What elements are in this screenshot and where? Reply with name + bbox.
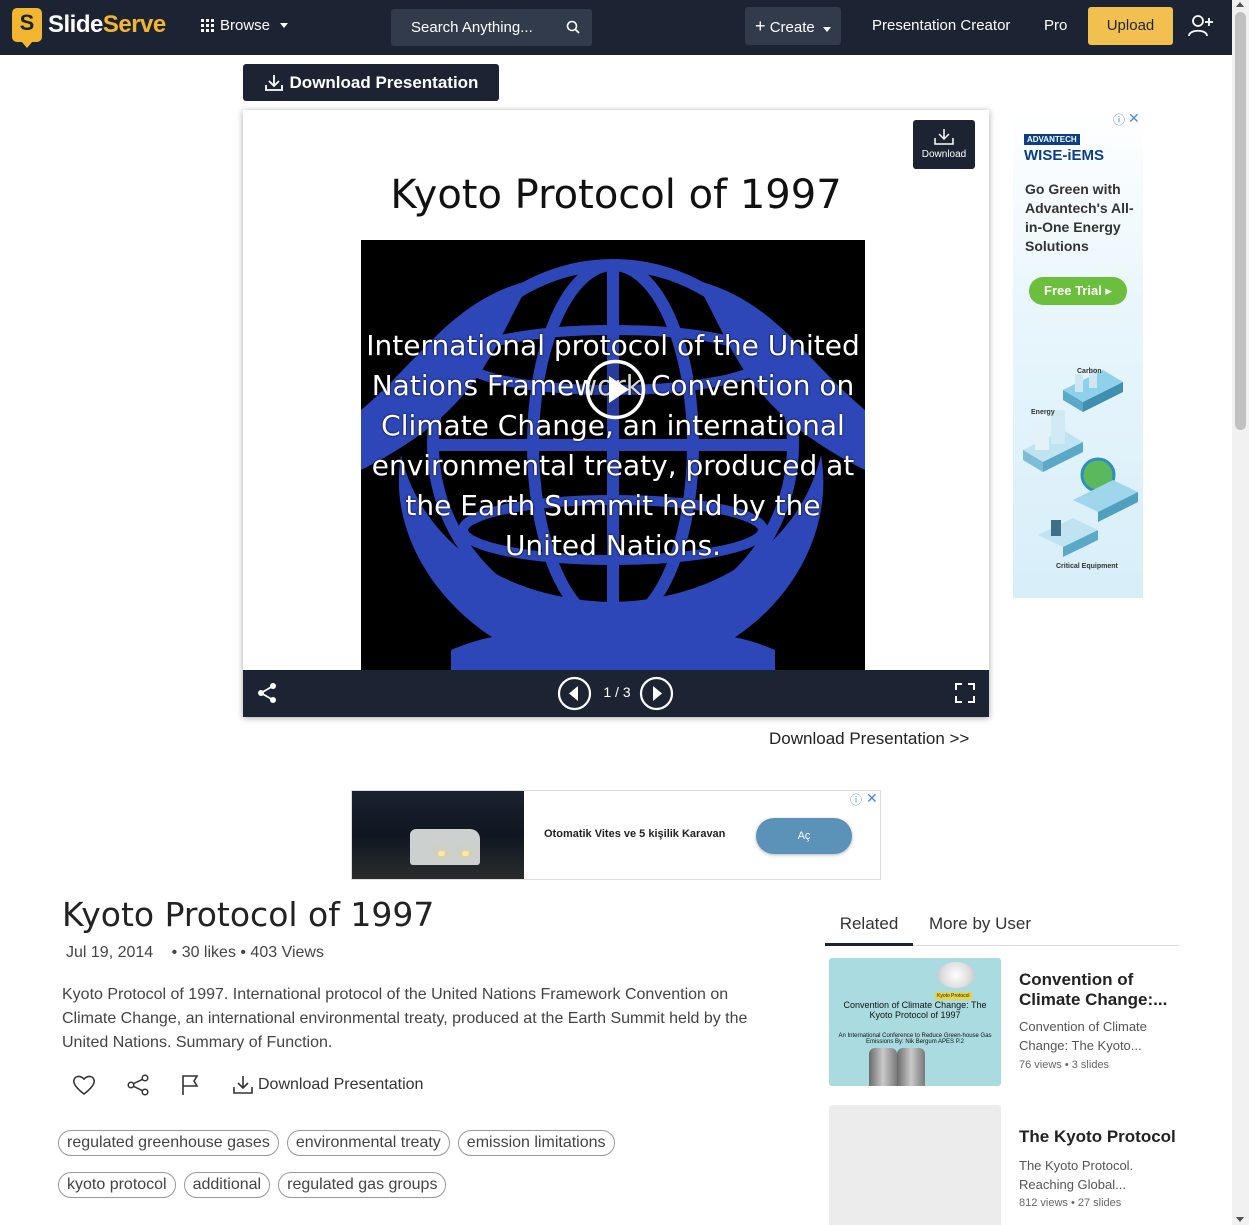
ad-close-icon[interactable]: ✕ <box>1128 110 1140 127</box>
presentation-description: Kyoto Protocol of 1997. International pr… <box>62 986 748 1051</box>
plus-icon: + <box>755 16 766 36</box>
logo-text: SlideServe <box>48 11 166 39</box>
add-user-icon[interactable] <box>1188 14 1214 38</box>
logo-mark: S <box>12 8 42 48</box>
tab-more-by-user[interactable]: More by User <box>929 914 1031 934</box>
related-thumbnail[interactable] <box>829 1105 1001 1225</box>
tag[interactable]: emission limitations <box>457 1130 615 1156</box>
fullscreen-icon[interactable] <box>955 683 975 703</box>
ad-info-icon[interactable]: ⓘ <box>850 791 862 808</box>
ad-open-button[interactable]: Aç <box>756 818 852 854</box>
tag[interactable]: kyoto protocol <box>58 1172 176 1198</box>
slideserve-logo[interactable]: S SlideServe <box>12 8 166 48</box>
share-icon <box>127 1074 149 1096</box>
related-title[interactable]: Convention of Climate Change:... <box>1019 970 1179 1010</box>
browse-menu[interactable]: Browse <box>201 17 289 34</box>
previous-slide-icon[interactable] <box>557 676 592 711</box>
tag[interactable]: regulated greenhouse gases <box>58 1130 279 1156</box>
ad-brand: ADVANTECH <box>1024 134 1080 145</box>
report-button[interactable] <box>180 1074 202 1096</box>
download-presentation-link[interactable]: Download Presentation >> <box>769 729 969 749</box>
search-icon[interactable] <box>566 20 580 34</box>
presentation-title: Kyoto Protocol of 1997 <box>62 895 435 934</box>
ad-label-critical: Critical Equipment <box>1056 563 1118 570</box>
scroll-down-arrow-icon[interactable] <box>1236 1217 1244 1222</box>
slide-image[interactable]: International protocol of the United Nat… <box>361 240 865 670</box>
thumb-title: Convention of Climate Change: The Kyoto … <box>843 1000 987 1020</box>
ad-label-energy: Energy <box>1031 409 1055 416</box>
presentation-meta: Jul 19, 2014 • 30 likes • 403 Views <box>66 944 324 962</box>
related-subtitle: The Kyoto Protocol. Reaching Global... <box>1019 1158 1134 1192</box>
download-icon <box>934 129 954 145</box>
share-icon[interactable] <box>256 682 278 704</box>
logo-serve: Serve <box>102 11 166 38</box>
related-subtitle: Convention of Climate Change: The Kyoto.… <box>1019 1019 1147 1053</box>
browse-label: Browse <box>220 17 271 34</box>
create-label: Create <box>769 19 815 36</box>
thumb-badge: Kyoto Protocol <box>935 992 972 1000</box>
scroll-up-arrow-icon[interactable] <box>1236 2 1244 7</box>
logo-slide: Slide <box>48 11 103 38</box>
thumb-subtitle: An International Conference to Reduce Gr… <box>838 1033 992 1045</box>
chevron-down-icon <box>280 23 289 28</box>
related-item[interactable]: The Kyoto Protocol The Kyoto Protocol. R… <box>829 1105 1179 1225</box>
tab-related[interactable]: Related <box>825 914 913 946</box>
ad-product: WISE-iEMS <box>1024 147 1105 164</box>
pro-link[interactable]: Pro <box>1044 17 1067 34</box>
create-menu-button[interactable]: + Create <box>745 7 841 45</box>
download-presentation-button[interactable]: Download Presentation <box>243 64 499 101</box>
like-button[interactable] <box>72 1074 96 1096</box>
ad-camper-photo <box>352 791 524 879</box>
tag-list: regulated greenhouse gases environmental… <box>58 1130 778 1214</box>
banner-advertisement[interactable]: ⓘ ✕ Otomatik Vites ve 5 kişilik Karavan … <box>351 790 881 880</box>
page-scrollbar[interactable] <box>1232 0 1249 1225</box>
related-title[interactable]: The Kyoto Protocol <box>1019 1127 1179 1147</box>
download-action-label: Download Presentation <box>258 1076 424 1093</box>
related-item[interactable]: Kyoto Protocol Convention of Climate Cha… <box>829 958 1179 1088</box>
download-presentation-label: Download Presentation <box>289 72 479 92</box>
viewer-controls: 1 / 3 <box>243 670 989 717</box>
ad-info-icon[interactable]: ⓘ <box>1113 111 1125 128</box>
share-button[interactable] <box>126 1074 150 1096</box>
download-action-button[interactable]: Download Presentation <box>232 1075 423 1095</box>
upload-button[interactable]: Upload <box>1088 7 1173 45</box>
upload-date: Jul 19, 2014 <box>66 944 154 961</box>
corner-download-button[interactable]: Download <box>913 120 975 169</box>
top-navbar: S SlideServe Browse Search Anything... +… <box>0 0 1232 55</box>
search-input[interactable]: Search Anything... <box>391 9 592 46</box>
heart-icon <box>72 1075 96 1096</box>
ad-free-trial-button[interactable]: Free Trial ▸ <box>1029 277 1127 305</box>
related-thumbnail[interactable]: Kyoto Protocol Convention of Climate Cha… <box>829 958 1001 1086</box>
slide-viewer: Kyoto Protocol of 1997 International pro… <box>243 110 989 717</box>
chevron-down-icon <box>822 27 831 32</box>
action-bar: Download Presentation <box>72 1074 453 1096</box>
likes-views: • 30 likes • 403 Views <box>171 944 324 961</box>
search-placeholder: Search Anything... <box>411 19 533 36</box>
page-counter: 1 / 3 <box>603 684 631 700</box>
ad-copy: Go Green with Advantech's All-in-One Ene… <box>1025 181 1134 254</box>
ad-isometric-illustration <box>1023 368 1138 557</box>
related-stats: 76 views • 3 slides <box>1019 1059 1110 1071</box>
slide-title: Kyoto Protocol of 1997 <box>390 172 842 218</box>
flag-icon <box>182 1075 199 1095</box>
ad-close-icon[interactable]: ✕ <box>866 791 878 807</box>
grid-icon <box>201 19 214 32</box>
globe-graphic <box>937 962 975 988</box>
related-tabs: Related More by User <box>825 912 1179 946</box>
presentation-creator-link[interactable]: Presentation Creator <box>872 17 1010 34</box>
side-advertisement[interactable]: ⓘ ✕ ADVANTECH WISE-iEMS Go Green with Ad… <box>1013 110 1143 598</box>
next-slide-icon[interactable] <box>639 676 674 711</box>
corner-download-label: Download <box>921 149 967 160</box>
download-icon <box>264 74 283 91</box>
scroll-thumb[interactable] <box>1235 12 1246 430</box>
ad-banner-text: Otomatik Vites ve 5 kişilik Karavan <box>544 828 726 840</box>
ad-label-carbon: Carbon <box>1077 368 1102 375</box>
tag[interactable]: environmental treaty <box>286 1130 450 1156</box>
tag[interactable]: regulated gas groups <box>278 1172 447 1198</box>
tag[interactable]: additional <box>183 1172 271 1198</box>
related-stats: 812 views • 27 slides <box>1019 1197 1122 1209</box>
download-icon <box>233 1076 253 1094</box>
play-icon[interactable] <box>585 359 646 420</box>
